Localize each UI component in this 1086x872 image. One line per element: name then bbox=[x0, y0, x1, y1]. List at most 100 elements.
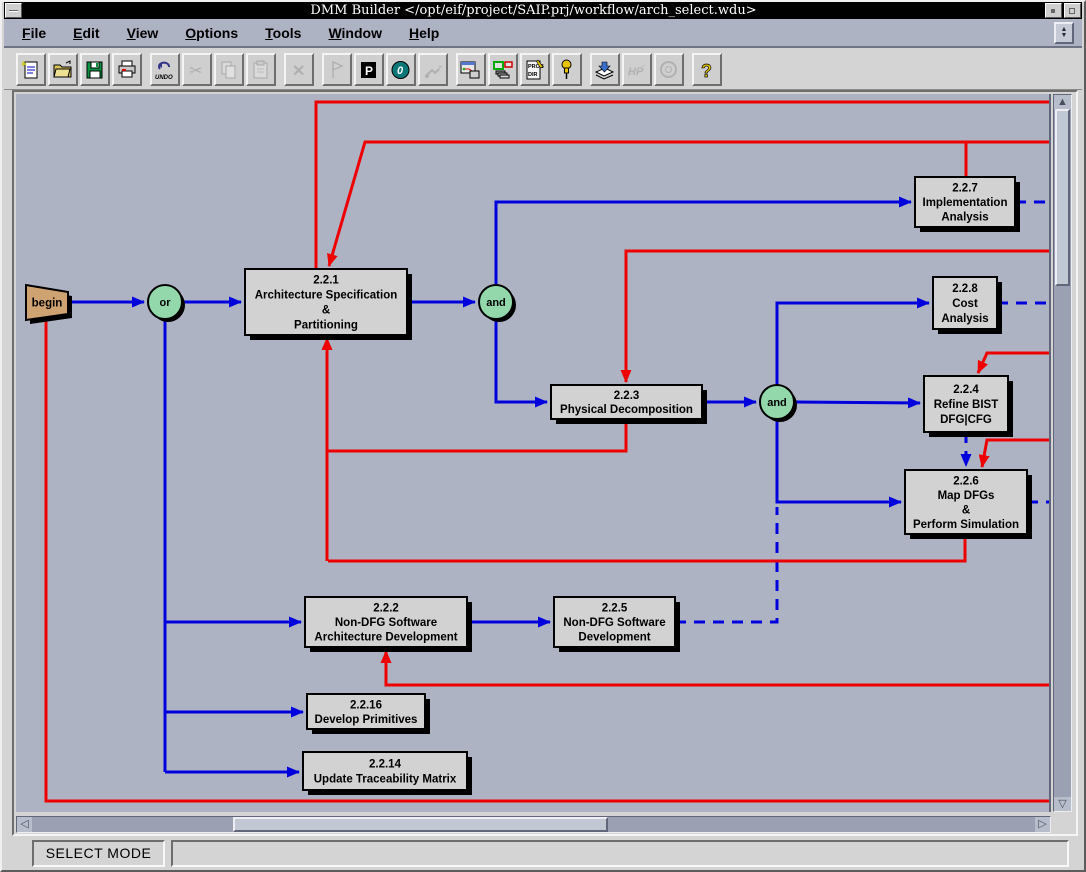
toolbar-hp-tool-button[interactable]: HP bbox=[622, 53, 652, 86]
toolbar-dial-tool-button[interactable] bbox=[654, 53, 684, 86]
toolbar-paste-button[interactable] bbox=[246, 53, 276, 86]
toolbar-cut-scissors-button[interactable]: ✂ bbox=[182, 53, 212, 86]
node-and2[interactable]: and bbox=[760, 385, 797, 422]
node-2.2.3[interactable]: 2.2.3Physical Decomposition bbox=[551, 385, 707, 424]
menu-window[interactable]: Window bbox=[328, 25, 382, 41]
horizontal-scrollbar[interactable]: ◁ ▷ bbox=[16, 816, 1051, 833]
svg-text:P: P bbox=[365, 64, 373, 78]
node-2.2.6[interactable]: 2.2.6Map DFGs&Perform Simulation bbox=[905, 470, 1032, 539]
menu-bar: File Edit View Options Tools Window Help ▲▼ bbox=[4, 19, 1082, 48]
svg-text:✶: ✶ bbox=[20, 59, 28, 69]
toolbar-connector-button[interactable] bbox=[418, 53, 448, 86]
import-stack-icon bbox=[594, 59, 616, 81]
svg-text:Physical Decomposition: Physical Decomposition bbox=[560, 404, 693, 416]
menu-help[interactable]: Help bbox=[409, 25, 439, 41]
menu-tools[interactable]: Tools bbox=[265, 25, 301, 41]
status-message bbox=[171, 840, 1069, 867]
open-folder-icon bbox=[52, 59, 74, 81]
diagram-canvas[interactable]: begin or and and 2.2.1Architecture Specifica… bbox=[16, 94, 1051, 812]
svg-text:Perform Simulation: Perform Simulation bbox=[913, 519, 1019, 531]
draw-tool-icon bbox=[326, 59, 348, 81]
node-2.2.2[interactable]: 2.2.2Non-DFG SoftwareArchitecture Develo… bbox=[305, 597, 472, 652]
pushpin-icon bbox=[556, 59, 578, 81]
toolbar-open-folder-button[interactable] bbox=[48, 53, 78, 86]
node-2.2.8[interactable]: 2.2.8CostAnalysis bbox=[933, 277, 1002, 334]
edge-2.2.5-to-and2[interactable] bbox=[675, 507, 777, 622]
edge-and1-to-2.2.7[interactable] bbox=[496, 202, 911, 285]
edge-and2-to-2.2.4[interactable] bbox=[794, 402, 920, 403]
toolbar-workflow-window-button[interactable] bbox=[456, 53, 486, 86]
toolbar-pushpin-button[interactable] bbox=[552, 53, 582, 86]
node-2.2.4[interactable]: 2.2.4Refine BISTDFG|CFG bbox=[924, 376, 1013, 437]
title-bar: DMM Builder </opt/eif/project/SAIP.prj/w… bbox=[4, 2, 1082, 19]
node-and1[interactable]: and bbox=[479, 285, 516, 322]
windows-stack-icon bbox=[492, 59, 514, 81]
node-2.2.5[interactable]: 2.2.5Non-DFG SoftwareDevelopment bbox=[554, 597, 680, 652]
delete-x-icon: ✕ bbox=[288, 59, 310, 81]
edge-and2-to-2.2.8[interactable] bbox=[777, 303, 929, 385]
toolbar-undo-button[interactable]: UNDO bbox=[150, 53, 180, 86]
edge-and2-to-2.2.6[interactable] bbox=[777, 419, 901, 502]
svg-text:DIR: DIR bbox=[528, 72, 538, 78]
vertical-scroll-thumb[interactable] bbox=[1055, 109, 1070, 286]
toolbar-copy-button[interactable] bbox=[214, 53, 244, 86]
maximize-button[interactable] bbox=[1064, 3, 1081, 18]
svg-text:begin: begin bbox=[32, 298, 63, 310]
svg-text:DFG|CFG: DFG|CFG bbox=[940, 414, 992, 426]
undo-icon: UNDO bbox=[154, 59, 176, 81]
toolbar-prob-dir-pad-button[interactable]: PROBDIR bbox=[520, 53, 550, 86]
menu-overflow-spinner[interactable]: ▲▼ bbox=[1054, 22, 1074, 44]
process-p-icon: P bbox=[358, 59, 380, 81]
horizontal-scroll-thumb[interactable] bbox=[233, 817, 608, 832]
edge-2.2.6-feedback[interactable] bbox=[328, 534, 965, 561]
svg-text:Develop Primitives: Develop Primitives bbox=[315, 714, 418, 726]
paste-icon bbox=[250, 59, 272, 81]
toolbar-print-button[interactable] bbox=[112, 53, 142, 86]
node-begin[interactable]: begin bbox=[26, 285, 72, 324]
node-2.2.14[interactable]: 2.2.14Update Traceability Matrix bbox=[303, 752, 472, 795]
toolbar-help-question-button[interactable]: ? bbox=[692, 53, 722, 86]
scroll-up-arrow-icon[interactable]: ▲ bbox=[1054, 95, 1071, 109]
svg-text:Architecture Development: Architecture Development bbox=[314, 632, 457, 644]
edge-and1-to-2.2.3[interactable] bbox=[496, 319, 547, 402]
scroll-left-arrow-icon[interactable]: ◁ bbox=[17, 817, 32, 832]
node-2.2.7[interactable]: 2.2.7ImplementationAnalysis bbox=[915, 177, 1020, 232]
scroll-down-arrow-icon[interactable]: ▽ bbox=[1054, 797, 1071, 811]
toolbar-new-document-button[interactable]: ✶ bbox=[16, 53, 46, 86]
window-menu-button[interactable] bbox=[5, 3, 22, 18]
node-or[interactable]: or bbox=[148, 285, 185, 322]
svg-text:and: and bbox=[767, 397, 787, 409]
hp-tool-icon: HP bbox=[626, 59, 648, 81]
svg-text:UNDO: UNDO bbox=[155, 75, 173, 81]
svg-text:2.2.8: 2.2.8 bbox=[952, 283, 978, 295]
workflow-window-icon bbox=[460, 59, 482, 81]
menu-view[interactable]: View bbox=[127, 25, 159, 41]
svg-text:Partitioning: Partitioning bbox=[294, 320, 358, 332]
minimize-button[interactable] bbox=[1045, 3, 1062, 18]
svg-text:Development: Development bbox=[578, 632, 650, 644]
svg-text:&: & bbox=[962, 504, 970, 516]
svg-text:✂: ✂ bbox=[189, 63, 202, 80]
edge-red-to-2.2.2-bottom[interactable] bbox=[386, 651, 1051, 685]
menu-file[interactable]: File bbox=[22, 25, 46, 41]
scroll-right-arrow-icon[interactable]: ▷ bbox=[1035, 817, 1050, 832]
svg-text:2.2.2: 2.2.2 bbox=[373, 602, 399, 614]
toolbar-process-p-button[interactable]: P bbox=[354, 53, 384, 86]
copy-icon bbox=[218, 59, 240, 81]
node-2.2.16[interactable]: 2.2.16Develop Primitives bbox=[307, 694, 430, 734]
svg-text:&: & bbox=[322, 305, 330, 317]
node-2.2.1[interactable]: 2.2.1Architecture Specification&Partitio… bbox=[245, 269, 412, 340]
svg-text:Map DFGs: Map DFGs bbox=[938, 490, 995, 502]
menu-options[interactable]: Options bbox=[185, 25, 238, 41]
toolbar-delete-x-button[interactable]: ✕ bbox=[284, 53, 314, 86]
vertical-scrollbar[interactable]: ▲ ▽ bbox=[1053, 94, 1072, 812]
svg-text:Implementation: Implementation bbox=[923, 197, 1008, 209]
menu-edit[interactable]: Edit bbox=[73, 25, 99, 41]
toolbar-zero-state-button[interactable]: 0 bbox=[386, 53, 416, 86]
toolbar-save-floppy-button[interactable] bbox=[80, 53, 110, 86]
edge-red-to-2.2.6-top[interactable] bbox=[982, 440, 1051, 467]
toolbar-draw-tool-button[interactable] bbox=[322, 53, 352, 86]
toolbar-import-stack-button[interactable] bbox=[590, 53, 620, 86]
edge-red-to-2.2.4-top[interactable] bbox=[978, 353, 1051, 373]
toolbar-windows-stack-button[interactable] bbox=[488, 53, 518, 86]
